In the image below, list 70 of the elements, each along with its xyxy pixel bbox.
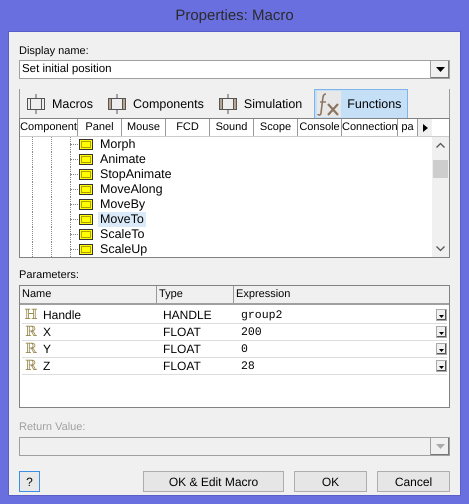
caret-icon xyxy=(436,444,444,449)
table-cell-text: FLOAT xyxy=(163,342,202,356)
right-arrow-icon xyxy=(422,124,428,132)
function-item-icon xyxy=(79,214,93,225)
function-item-icon xyxy=(79,229,93,240)
display-name-label: Display name: xyxy=(19,44,90,58)
help-button[interactable]: ? xyxy=(19,471,40,492)
function-item[interactable]: Morph xyxy=(98,137,138,152)
return-value-label: Return Value: xyxy=(19,420,86,434)
expression-field[interactable]: 0 xyxy=(241,342,436,356)
caret-icon xyxy=(439,332,444,335)
caret-icon xyxy=(439,366,444,369)
category-tab[interactable]: Console xyxy=(298,119,342,136)
dropdown-button[interactable] xyxy=(430,61,449,78)
function-item-icon xyxy=(79,244,93,255)
column-header[interactable]: Type xyxy=(157,286,234,303)
scrollbar-thumb[interactable] xyxy=(433,160,448,178)
function-item[interactable]: MoveAlong xyxy=(98,182,165,197)
table-cell-text: Handle xyxy=(42,308,82,322)
function-item[interactable]: MoveTo xyxy=(98,212,146,227)
dropdown-button[interactable] xyxy=(436,360,447,372)
function-item-icon xyxy=(79,139,93,150)
function-item[interactable]: ScaleUp xyxy=(98,242,150,257)
parameter-type-icon: ℝ xyxy=(22,342,40,356)
caret-icon xyxy=(439,315,444,318)
tab[interactable]: Components xyxy=(104,89,210,118)
table-cell-text: HANDLE xyxy=(163,308,213,322)
parameter-type-icon: ℍ xyxy=(22,308,40,322)
category-tab[interactable]: Component xyxy=(20,119,78,136)
dropdown-button[interactable] xyxy=(436,343,447,355)
parameter-type-icon: ℝ xyxy=(22,358,40,374)
cancel-button[interactable]: Cancel xyxy=(377,471,450,492)
category-tab[interactable]: Connection xyxy=(342,119,398,136)
caret-icon xyxy=(436,67,444,72)
table-cell-text: Y xyxy=(42,342,52,356)
function-item-icon xyxy=(79,184,93,195)
function-item[interactable]: MoveBy xyxy=(98,197,148,212)
column-header[interactable]: Expression xyxy=(234,286,449,303)
expression-field[interactable]: 28 xyxy=(241,360,436,372)
display-name-field[interactable]: Set initial position xyxy=(19,60,450,79)
component-icon xyxy=(218,94,238,114)
expression-field[interactable]: 200 xyxy=(241,326,436,338)
return-value-field[interactable] xyxy=(19,437,450,456)
function-item-icon xyxy=(79,199,93,210)
tab[interactable]: Macros xyxy=(24,89,99,118)
dropdown-button[interactable] xyxy=(436,326,447,338)
tab[interactable]: Simulation xyxy=(216,89,308,118)
table-cell-text: X xyxy=(42,325,52,339)
expression-field[interactable]: group2 xyxy=(241,308,436,322)
table-cell-text: Z xyxy=(42,359,52,373)
ok-button[interactable]: OK & Edit Macro xyxy=(143,471,284,492)
function-icon xyxy=(317,91,342,117)
ok-button[interactable]: OK xyxy=(294,471,367,492)
table-cell-text: FLOAT xyxy=(163,325,202,339)
function-item[interactable]: Animate xyxy=(98,152,148,167)
function-item-icon xyxy=(79,154,93,165)
column-header[interactable]: Name xyxy=(20,286,157,303)
caret-icon xyxy=(439,349,444,352)
function-item-icon xyxy=(79,169,93,180)
dropdown-button[interactable] xyxy=(436,309,447,321)
tab[interactable]: Functions xyxy=(314,89,408,118)
scroll-right-button[interactable] xyxy=(418,119,432,136)
component-icon xyxy=(106,94,127,114)
scrollbar[interactable] xyxy=(432,137,449,257)
parameters-label: Parameters: xyxy=(19,268,80,282)
parameter-type-icon: ℝ xyxy=(22,324,40,340)
function-item[interactable]: StopAnimate xyxy=(98,167,174,182)
table-cell-text: FLOAT xyxy=(163,359,202,373)
function-item[interactable]: ScaleTo xyxy=(98,227,146,242)
window-title: Properties: Macro xyxy=(175,7,294,24)
